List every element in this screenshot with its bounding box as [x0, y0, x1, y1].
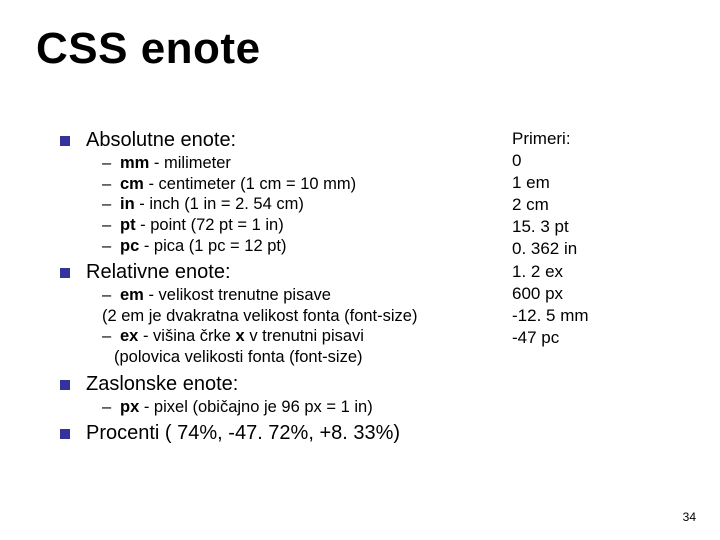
- list-item: – em - velikost trenutne pisave: [102, 285, 490, 306]
- list-item: – px - pixel (običajno je 96 px = 1 in): [102, 397, 490, 418]
- bullet-square-icon: [60, 380, 70, 390]
- dash-icon: –: [102, 174, 116, 195]
- bullet-square-icon: [60, 136, 70, 146]
- unit-desc: - point (72 pt = 1 in): [136, 216, 284, 234]
- slide-title: CSS enote: [36, 24, 261, 74]
- unit-abbr: pt: [120, 216, 136, 234]
- item-continuation: (2 em je dvakratna velikost fonta (font-…: [102, 306, 490, 327]
- section-percent-heading-row: Procenti ( 74%, -47. 72%, +8. 33%): [60, 421, 490, 446]
- bullet-square-icon: [60, 429, 70, 439]
- examples-heading: Primeri:: [512, 128, 589, 150]
- unit-desc: - pixel (običajno je 96 px = 1 in): [139, 398, 372, 416]
- body-content: Absolutne enote: – mm - milimeter – cm -…: [60, 128, 490, 446]
- section-relative-heading: Relativne enote:: [86, 260, 490, 285]
- example-line: -12. 5 mm: [512, 305, 589, 327]
- list-item: – ex - višina črke x v trenutni pisavi: [102, 326, 490, 347]
- item-continuation: (polovica velikosti fonta (font-size): [102, 347, 490, 368]
- item-text: in - inch (1 in = 2. 54 cm): [120, 194, 490, 215]
- item-text: pt - point (72 pt = 1 in): [120, 215, 490, 236]
- list-item: – in - inch (1 in = 2. 54 cm): [102, 194, 490, 215]
- unit-desc: - inch (1 in = 2. 54 cm): [135, 195, 304, 213]
- section-absolute-items: – mm - milimeter – cm - centimeter (1 cm…: [102, 153, 490, 256]
- list-item: – cm - centimeter (1 cm = 10 mm): [102, 174, 490, 195]
- example-line: 600 px: [512, 283, 589, 305]
- example-line: -47 pc: [512, 327, 589, 349]
- example-line: 0: [512, 150, 589, 172]
- example-line: 0. 362 in: [512, 238, 589, 260]
- example-line: 15. 3 pt: [512, 216, 589, 238]
- section-screen-items: – px - pixel (običajno je 96 px = 1 in): [102, 397, 490, 418]
- unit-abbr: cm: [120, 175, 144, 193]
- unit-abbr: pc: [120, 237, 139, 255]
- section-absolute-heading-row: Absolutne enote:: [60, 128, 490, 153]
- list-item: – mm - milimeter: [102, 153, 490, 174]
- unit-desc: - milimeter: [149, 154, 231, 172]
- list-item: – pc - pica (1 pc = 12 pt): [102, 236, 490, 257]
- section-relative-heading-row: Relativne enote:: [60, 260, 490, 285]
- dash-icon: –: [102, 397, 116, 418]
- examples-panel: Primeri: 0 1 em 2 cm 15. 3 pt 0. 362 in …: [512, 128, 589, 349]
- example-line: 1 em: [512, 172, 589, 194]
- bullet-square-icon: [60, 268, 70, 278]
- unit-abbr: ex: [120, 327, 138, 345]
- unit-desc: - centimeter (1 cm = 10 mm): [144, 175, 356, 193]
- dash-icon: –: [102, 194, 116, 215]
- dash-icon: –: [102, 285, 116, 306]
- unit-desc: - pica (1 pc = 12 pt): [139, 237, 286, 255]
- unit-desc: - velikost trenutne pisave: [144, 286, 331, 304]
- unit-desc-post: v trenutni pisavi: [245, 327, 364, 345]
- slide: CSS enote Absolutne enote: – mm - milime…: [0, 0, 720, 540]
- unit-abbr: mm: [120, 154, 149, 172]
- dash-icon: –: [102, 326, 116, 347]
- section-percent-heading: Procenti ( 74%, -47. 72%, +8. 33%): [86, 421, 490, 446]
- example-line: 2 cm: [512, 194, 589, 216]
- unit-desc-bold: x: [236, 327, 245, 345]
- item-text: em - velikost trenutne pisave: [120, 285, 490, 306]
- item-text: mm - milimeter: [120, 153, 490, 174]
- section-screen-heading: Zaslonske enote:: [86, 372, 490, 397]
- list-item: – pt - point (72 pt = 1 in): [102, 215, 490, 236]
- item-text: ex - višina črke x v trenutni pisavi: [120, 326, 490, 347]
- dash-icon: –: [102, 236, 116, 257]
- dash-icon: –: [102, 215, 116, 236]
- section-relative-items: – em - velikost trenutne pisave (2 em je…: [102, 285, 490, 368]
- section-absolute-heading: Absolutne enote:: [86, 128, 490, 153]
- unit-desc-pre: - višina črke: [138, 327, 235, 345]
- item-text: px - pixel (običajno je 96 px = 1 in): [120, 397, 490, 418]
- page-number: 34: [683, 510, 696, 524]
- unit-abbr: px: [120, 398, 139, 416]
- item-text: cm - centimeter (1 cm = 10 mm): [120, 174, 490, 195]
- section-screen-heading-row: Zaslonske enote:: [60, 372, 490, 397]
- unit-abbr: em: [120, 286, 144, 304]
- dash-icon: –: [102, 153, 116, 174]
- item-text: pc - pica (1 pc = 12 pt): [120, 236, 490, 257]
- example-line: 1. 2 ex: [512, 261, 589, 283]
- unit-abbr: in: [120, 195, 135, 213]
